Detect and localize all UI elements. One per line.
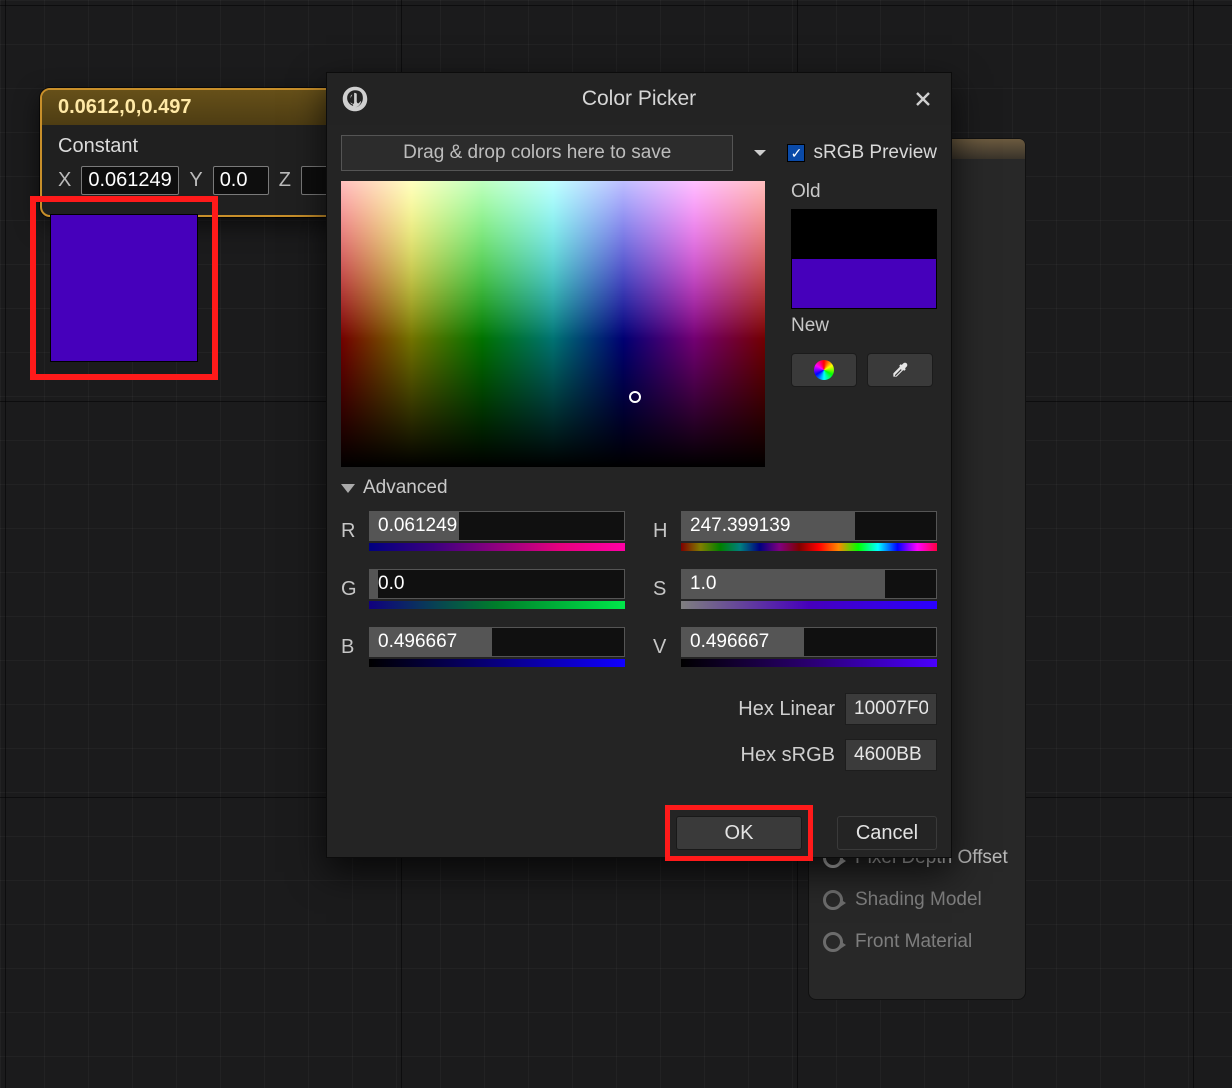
eyedropper-icon <box>890 360 910 380</box>
input-pin-icon <box>823 890 843 910</box>
new-color-swatch <box>792 259 936 308</box>
g-gradient[interactable] <box>369 601 625 609</box>
expand-saved-button[interactable] <box>745 138 775 168</box>
axis-z-label: Z <box>279 169 291 192</box>
panel-item-label: Shading Model <box>855 889 982 911</box>
h-label: H <box>653 520 671 543</box>
color-field-cursor-icon <box>629 391 641 403</box>
v-label: V <box>653 636 671 659</box>
v-value: 0.496667 <box>690 631 769 653</box>
x-input[interactable] <box>81 166 179 195</box>
panel-item-front-material[interactable]: Front Material <box>809 921 1025 963</box>
triangle-down-icon <box>341 484 355 493</box>
input-pin-icon <box>823 932 843 952</box>
h-gradient[interactable] <box>681 543 937 551</box>
h-input[interactable]: 247.399139 <box>681 511 937 541</box>
color-picker-dialog: Color Picker Drag & drop colors here to … <box>326 72 952 858</box>
advanced-toggle[interactable]: Advanced <box>341 477 937 499</box>
b-label: B <box>341 636 359 659</box>
checkbox-checked-icon: ✓ <box>787 144 805 162</box>
g-label: G <box>341 578 359 601</box>
panel-item-label: Front Material <box>855 931 972 953</box>
b-input[interactable]: 0.496667 <box>369 627 625 657</box>
s-gradient[interactable] <box>681 601 937 609</box>
chevron-down-icon <box>752 145 768 161</box>
hex-srgb-input[interactable] <box>845 739 937 771</box>
cancel-button[interactable]: Cancel <box>837 816 937 850</box>
srgb-label: sRGB Preview <box>813 142 937 164</box>
color-wheel-button[interactable] <box>791 353 857 387</box>
r-gradient[interactable] <box>369 543 625 551</box>
s-input[interactable]: 1.0 <box>681 569 937 599</box>
close-button[interactable] <box>909 85 937 113</box>
old-color-swatch <box>792 210 936 259</box>
hex-linear-label: Hex Linear <box>738 698 835 721</box>
hex-linear-input[interactable] <box>845 693 937 725</box>
y-input[interactable] <box>213 166 269 195</box>
v-gradient[interactable] <box>681 659 937 667</box>
unreal-logo-icon <box>341 84 369 114</box>
r-value: 0.061249 <box>378 515 457 537</box>
old-new-swatch[interactable] <box>791 209 937 309</box>
hex-srgb-label: Hex sRGB <box>741 744 835 767</box>
s-value: 1.0 <box>690 573 716 595</box>
panel-item-shading-model[interactable]: Shading Model <box>809 879 1025 921</box>
srgb-preview-toggle[interactable]: ✓ sRGB Preview <box>787 142 937 164</box>
old-label: Old <box>791 181 937 203</box>
ok-button[interactable]: OK <box>676 816 802 850</box>
s-label: S <box>653 578 671 601</box>
advanced-label: Advanced <box>363 477 448 499</box>
color-swatch[interactable] <box>50 214 198 362</box>
color-wheel-icon <box>814 360 834 380</box>
g-value: 0.0 <box>378 573 404 595</box>
axis-y-label: Y <box>189 169 202 192</box>
b-value: 0.496667 <box>378 631 457 653</box>
dialog-title: Color Picker <box>381 87 897 111</box>
r-input[interactable]: 0.061249 <box>369 511 625 541</box>
eyedropper-button[interactable] <box>867 353 933 387</box>
axis-x-label: X <box>58 169 71 192</box>
saved-colors-dropwell[interactable]: Drag & drop colors here to save <box>341 135 733 171</box>
ok-highlight: OK <box>665 805 813 861</box>
g-input[interactable]: 0.0 <box>369 569 625 599</box>
r-label: R <box>341 520 359 543</box>
v-input[interactable]: 0.496667 <box>681 627 937 657</box>
h-value: 247.399139 <box>690 515 790 537</box>
swatch-highlight <box>30 196 218 380</box>
new-label: New <box>791 315 937 337</box>
color-field[interactable] <box>341 181 765 467</box>
close-icon <box>914 90 932 108</box>
b-gradient[interactable] <box>369 659 625 667</box>
